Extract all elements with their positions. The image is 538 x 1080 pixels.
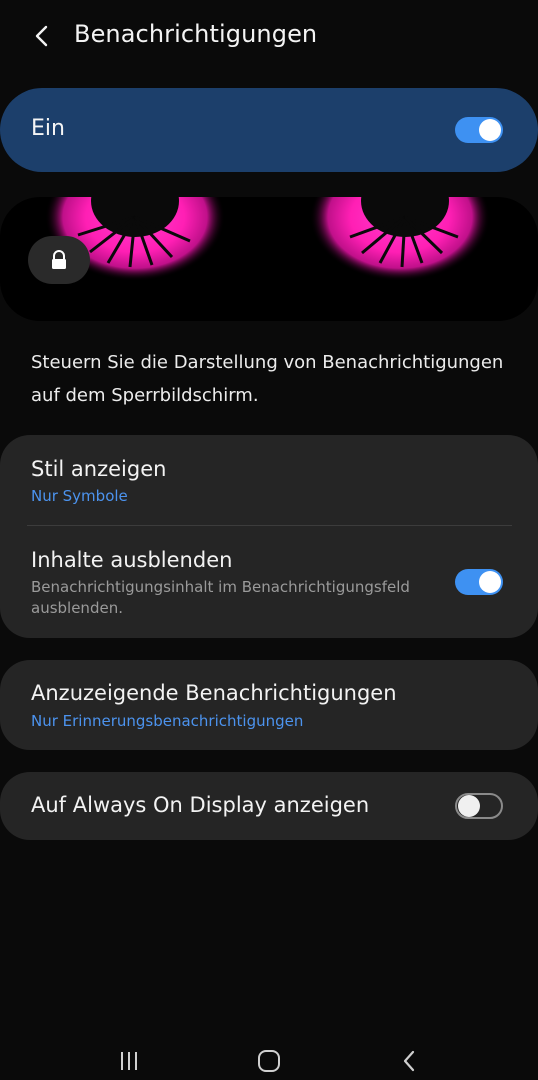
- lock-screen-notifications-settings: Benachrichtigungen Ein Steuern Sie die D…: [0, 0, 538, 1080]
- settings-card-style: Stil anzeigen Nur Symbole Inhalte ausble…: [0, 435, 538, 638]
- home-button[interactable]: [249, 1046, 289, 1076]
- show-style-item[interactable]: Stil anzeigen Nur Symbole: [0, 435, 538, 525]
- lock-icon: [52, 250, 66, 269]
- back-icon: [403, 1050, 415, 1072]
- notifications-to-show-title: Anzuzeigende Benachrichtigungen: [31, 681, 397, 705]
- toggle-knob: [479, 119, 501, 141]
- hide-content-title: Inhalte ausblenden: [31, 548, 233, 572]
- app-bar: Benachrichtigungen: [0, 0, 538, 74]
- hide-content-toggle[interactable]: [455, 569, 503, 595]
- lock-icon-chip: [28, 236, 90, 284]
- master-switch-bar[interactable]: Ein: [0, 88, 538, 172]
- master-switch-label: Ein: [31, 116, 65, 141]
- always-on-display-title: Auf Always On Display anzeigen: [31, 793, 370, 817]
- home-icon: [258, 1050, 280, 1072]
- back-button[interactable]: [22, 16, 62, 56]
- hide-content-item[interactable]: Inhalte ausblenden Benachrichtigungsinha…: [0, 526, 538, 638]
- always-on-display-toggle[interactable]: [455, 793, 503, 819]
- toggle-knob: [458, 795, 480, 817]
- page-title: Benachrichtigungen: [74, 20, 318, 48]
- show-style-title: Stil anzeigen: [31, 457, 167, 481]
- hide-content-description: Benachrichtigungsinhalt im Benachrichtig…: [31, 578, 410, 617]
- show-style-value: Nur Symbole: [31, 487, 128, 505]
- system-back-button[interactable]: [389, 1046, 429, 1076]
- lock-screen-description: Steuern Sie die Darstellung von Benachri…: [31, 352, 504, 406]
- toggle-knob: [479, 571, 501, 593]
- notifications-to-show-item[interactable]: Anzuzeigende Benachrichtigungen Nur Erin…: [0, 660, 538, 750]
- always-on-display-item[interactable]: Auf Always On Display anzeigen: [0, 772, 538, 840]
- recent-apps-icon: [121, 1052, 137, 1070]
- notifications-to-show-value: Nur Erinnerungsbenachrichtigungen: [31, 712, 304, 730]
- recent-apps-button[interactable]: [109, 1046, 149, 1076]
- master-toggle[interactable]: [455, 117, 503, 143]
- back-arrow-icon: [35, 25, 48, 47]
- system-navigation-bar: [0, 1040, 538, 1080]
